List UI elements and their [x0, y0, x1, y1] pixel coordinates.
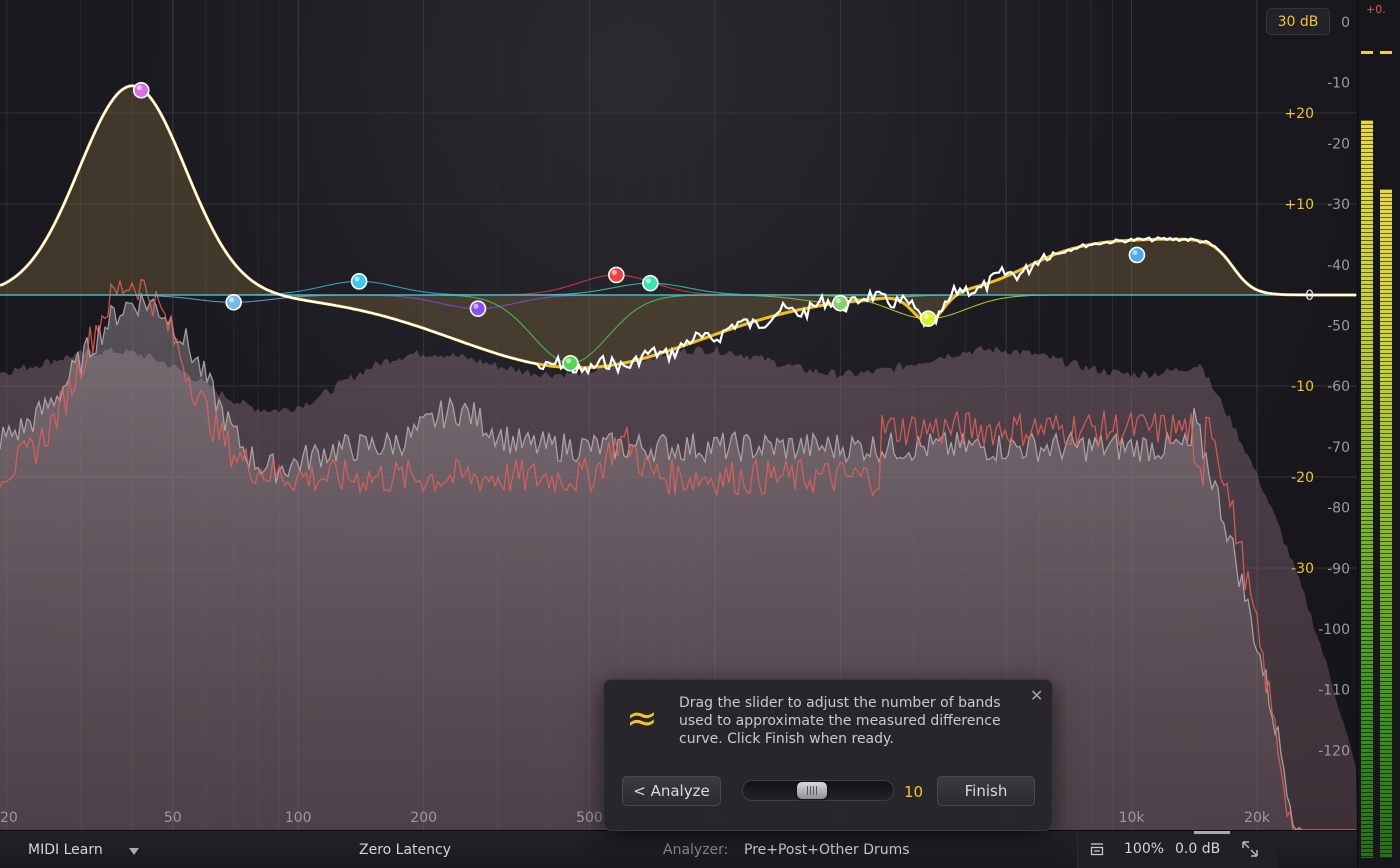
level-meter: +0. [1357, 0, 1400, 868]
band-6-handle[interactable] [608, 266, 625, 284]
band-5-handle-shine [565, 358, 572, 364]
close-icon[interactable]: ✕ [1030, 686, 1043, 705]
spectrum-db-label: -70 [1327, 440, 1350, 456]
freq-label: 100 [285, 810, 312, 826]
spectrum-db-label: -50 [1327, 319, 1350, 335]
latency-mode-button[interactable]: Zero Latency [359, 841, 451, 859]
bottom-bar: MIDI Learn Zero Latency Analyzer: Pre+Po… [0, 830, 1357, 868]
band-2-handle-shine [229, 297, 235, 303]
display-range-button[interactable]: 30 dB [1266, 8, 1330, 35]
analyze-button[interactable]: < Analyze [622, 776, 721, 806]
band-5-handle[interactable] [562, 354, 579, 372]
eq-db-label: 0 [1305, 288, 1314, 304]
band-6-handle-shine [611, 269, 617, 276]
meter-bar-right [1380, 188, 1392, 858]
spectrum-db-label: -40 [1327, 258, 1350, 274]
spectrum-db-label: -100 [1318, 622, 1350, 638]
band-10-handle-shine [1132, 249, 1138, 256]
freq-label: 500 [576, 810, 603, 826]
phase-mode-icon[interactable] [1090, 842, 1104, 860]
finish-button[interactable]: Finish [937, 776, 1035, 806]
midi-learn-button[interactable]: MIDI Learn [28, 841, 103, 859]
eq-curve-fill [0, 85, 1357, 368]
eq-db-label: +10 [1284, 197, 1314, 213]
analyzer-label: Analyzer: [663, 842, 729, 858]
band-9-handle-shine [923, 313, 929, 319]
spectrum-db-label: -110 [1318, 683, 1350, 699]
eq-match-dialog: ≈ Drag the slider to adjust the number o… [603, 679, 1053, 831]
spectrum-db-label: -10 [1327, 76, 1350, 92]
expand-icon[interactable] [1241, 840, 1259, 862]
slider-handle[interactable] [797, 782, 828, 799]
band-7-handle-shine [645, 278, 651, 284]
band-8-handle-shine [835, 298, 841, 304]
spectrum-db-label: -80 [1327, 501, 1350, 517]
spectrum-db-label: -30 [1327, 197, 1350, 213]
spectrum-db-label: -120 [1318, 743, 1350, 759]
band-count-slider[interactable] [742, 780, 894, 801]
band-3-handle[interactable] [350, 273, 368, 290]
eq-plugin-window: 20501002005001k2k5k10k20k+20+100-10-20-3… [0, 0, 1400, 868]
spectrum-db-label: 0 [1341, 15, 1350, 31]
analyzer-mode-button[interactable]: Pre+Post+Other Drums [744, 841, 910, 859]
band-7-handle[interactable] [642, 274, 659, 292]
band-4-handle-shine [473, 303, 479, 309]
band-9-handle[interactable] [919, 310, 937, 327]
chevron-down-icon[interactable] [128, 843, 140, 861]
band-3-handle-shine [354, 276, 360, 282]
eq-db-label: -30 [1291, 561, 1314, 577]
band-8-handle[interactable] [832, 294, 849, 312]
freq-label: 20 [0, 810, 18, 826]
freq-label: 20k [1244, 810, 1271, 826]
approximate-icon: ≈ [626, 696, 658, 740]
band-1-handle[interactable] [132, 81, 150, 99]
band-4-handle[interactable] [469, 300, 487, 317]
band-2-handle[interactable] [225, 293, 242, 311]
match-instructions: Drag the slider to adjust the number of … [679, 695, 1001, 747]
meter-bar-left [1361, 120, 1373, 858]
meter-peak-left [1361, 51, 1373, 55]
gain-indicator-bar [1194, 831, 1230, 834]
band-1-handle-shine [136, 85, 142, 91]
eq-db-label: -20 [1291, 470, 1314, 486]
eq-db-label: -10 [1291, 379, 1314, 395]
zoom-level[interactable]: 100% [1124, 841, 1164, 857]
freq-label: 200 [410, 810, 437, 826]
eq-db-label: +20 [1284, 106, 1314, 122]
slider-grip [807, 786, 818, 795]
freq-label: 10k [1119, 810, 1146, 826]
band-count-value: 10 [904, 783, 924, 801]
spectrum-db-label: -60 [1327, 379, 1350, 395]
spectrum-db-label: -90 [1327, 561, 1350, 577]
freq-label: 50 [164, 810, 182, 826]
spectrum-db-label: -20 [1327, 136, 1350, 152]
meter-clip-indicator[interactable]: +0. [1366, 3, 1386, 16]
meter-peak-right [1380, 51, 1392, 55]
band-10-handle[interactable] [1128, 246, 1146, 264]
output-gain-value[interactable]: 0.0 dB [1175, 841, 1220, 857]
